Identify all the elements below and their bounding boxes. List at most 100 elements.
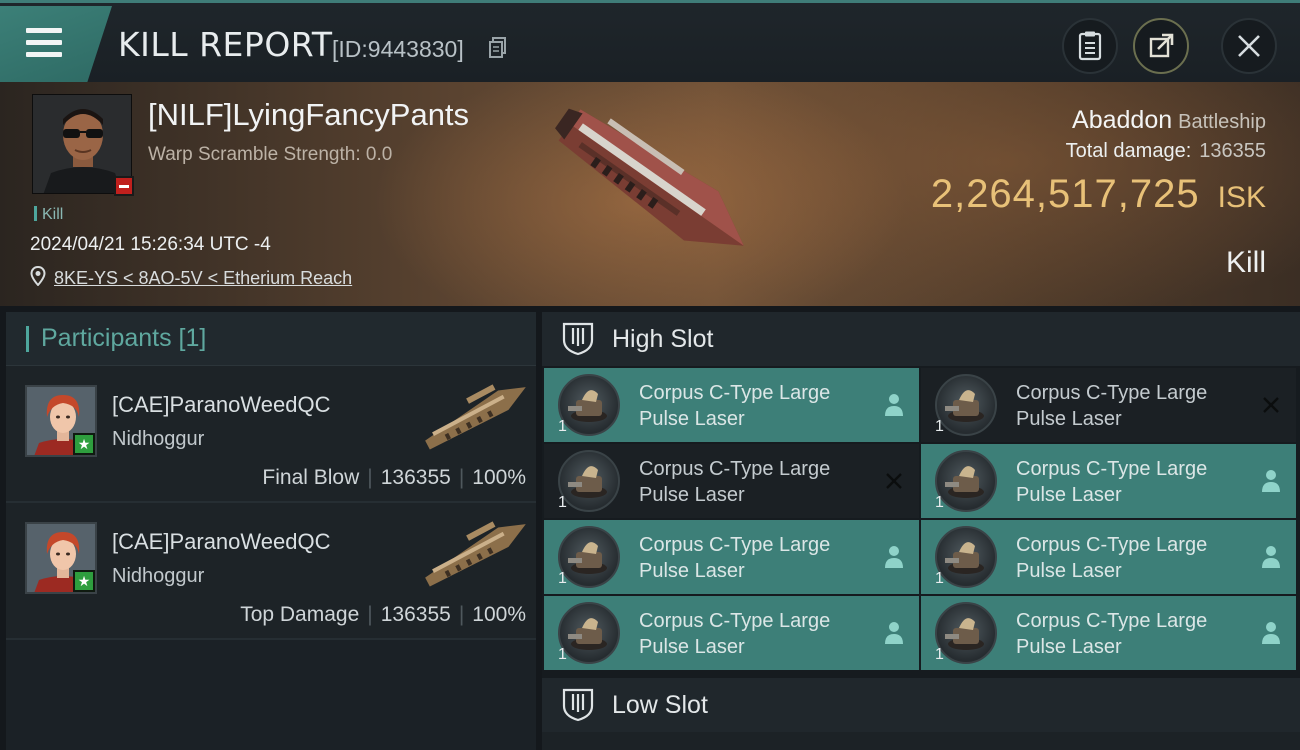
module-name-line2: Pulse Laser	[1016, 484, 1122, 506]
module-name: Corpus C-Type Large Pulse Laser	[1016, 608, 1246, 660]
participant-row[interactable]: ★ [CAE]ParanoWeedQC Nidhoggur Final Blow…	[6, 366, 536, 503]
module-image	[558, 450, 620, 512]
high-slot-module[interactable]: 1 Corpus C-Type Large Pulse Laser	[544, 444, 919, 518]
high-slot-header: High Slot	[542, 312, 1300, 366]
module-image	[558, 602, 620, 664]
module-image	[558, 526, 620, 588]
participant-damage: 136355	[380, 466, 451, 489]
isk-amount: 2,264,517,725	[930, 172, 1200, 216]
participant-name[interactable]: [CAE]ParanoWeedQC	[112, 529, 330, 555]
isk-currency: ISK	[1217, 181, 1266, 214]
isk-value: 2,264,517,725 ISK	[931, 172, 1266, 217]
module-image	[935, 602, 997, 664]
victim-ship-class: Battleship	[1178, 111, 1266, 133]
module-name-line1: Corpus C-Type Large	[639, 458, 831, 480]
high-slot-module[interactable]: 1 Corpus C-Type Large Pulse Laser	[921, 520, 1296, 594]
victim-ship-name[interactable]: Abaddon	[1072, 106, 1172, 134]
participant-row[interactable]: ★ [CAE]ParanoWeedQC Nidhoggur Top Damage…	[6, 503, 536, 640]
high-slot-module[interactable]: 1 Corpus C-Type Large Pulse Laser	[544, 596, 919, 670]
kill-timestamp: 2024/04/21 15:26:34 UTC -4	[30, 234, 271, 255]
module-name-line1: Corpus C-Type Large	[1016, 610, 1208, 632]
participant-stats: Final Blow | 136355 | 100%	[262, 466, 526, 489]
participants-title: Participants [1]	[41, 324, 207, 352]
person-icon	[1262, 546, 1280, 568]
module-name: Corpus C-Type Large Pulse Laser	[639, 608, 869, 660]
module-name-line1: Corpus C-Type Large	[639, 610, 831, 632]
module-name-line1: Corpus C-Type Large	[1016, 534, 1208, 556]
participant-ship: Nidhoggur	[112, 565, 205, 587]
module-image	[935, 374, 997, 436]
slot-shield-icon	[562, 688, 594, 722]
participant-role: Final Blow	[262, 466, 360, 489]
module-name: Corpus C-Type Large Pulse Laser	[639, 380, 869, 432]
high-slot-module[interactable]: 1 Corpus C-Type Large Pulse Laser	[921, 444, 1296, 518]
top-bar: KILL REPORT [ID:9443830]	[0, 0, 1300, 82]
module-quantity: 1	[558, 418, 567, 435]
high-slot-module[interactable]: 1 Corpus C-Type Large Pulse Laser	[544, 520, 919, 594]
module-quantity: 1	[935, 494, 944, 511]
participants-panel: Participants [1] ★ [CAE]ParanoWeedQC Nid…	[6, 312, 536, 750]
kill-result: Kill	[1225, 246, 1266, 279]
warp-scramble-strength: Warp Scramble Strength: 0.0	[148, 144, 393, 165]
copy-icon[interactable]	[489, 37, 507, 59]
module-name-line1: Corpus C-Type Large	[1016, 382, 1208, 404]
slot-shield-icon	[562, 322, 594, 356]
victim-panel: [NILF]LyingFancyPants Warp Scramble Stre…	[0, 82, 1300, 306]
kill-location-link[interactable]: 8KE-YS < 8AO-5V < Etherium Reach	[54, 268, 352, 289]
person-icon	[1262, 622, 1280, 644]
clipboard-icon	[1078, 31, 1102, 61]
module-image	[935, 526, 997, 588]
module-name-line2: Pulse Laser	[639, 560, 745, 582]
location-pin-icon	[30, 266, 46, 286]
module-quantity: 1	[558, 646, 567, 663]
module-image	[935, 450, 997, 512]
person-icon	[885, 622, 903, 644]
total-damage-value: 136355	[1199, 140, 1266, 162]
clipboard-button[interactable]	[1062, 18, 1118, 74]
module-name-line1: Corpus C-Type Large	[639, 382, 831, 404]
share-button[interactable]	[1133, 18, 1189, 74]
module-name: Corpus C-Type Large Pulse Laser	[639, 456, 869, 508]
module-name-line1: Corpus C-Type Large	[639, 534, 831, 556]
menu-button[interactable]	[0, 6, 112, 82]
high-slot-module[interactable]: 1 Corpus C-Type Large Pulse Laser	[544, 368, 919, 442]
friendly-star-badge: ★	[73, 433, 95, 455]
friendly-star-badge: ★	[73, 570, 95, 592]
module-quantity: 1	[558, 494, 567, 511]
report-id: [ID:9443830]	[332, 36, 464, 62]
module-name-line2: Pulse Laser	[639, 484, 745, 506]
module-name-line2: Pulse Laser	[639, 636, 745, 658]
participant-ship: Nidhoggur	[112, 428, 205, 450]
victim-name[interactable]: [NILF]LyingFancyPants	[148, 97, 469, 133]
fittings-panel: High Slot 1 Corpus C-Type Large Pulse Lase…	[542, 312, 1300, 750]
hamburger-menu-icon[interactable]	[26, 28, 62, 58]
kill-tag: Kill	[34, 206, 63, 224]
page-title: KILL REPORT	[118, 25, 333, 64]
person-icon	[885, 546, 903, 568]
close-icon	[1238, 35, 1260, 57]
victim-ship: Abaddon Battleship	[1072, 106, 1266, 135]
high-slot-module[interactable]: 1 Corpus C-Type Large Pulse Laser	[921, 596, 1296, 670]
module-name-line2: Pulse Laser	[1016, 408, 1122, 430]
module-quantity: 1	[935, 570, 944, 587]
participant-role: Top Damage	[240, 603, 360, 626]
participant-percent: 100%	[472, 466, 526, 489]
total-damage-label: Total damage:	[1065, 140, 1192, 162]
module-name: Corpus C-Type Large Pulse Laser	[1016, 380, 1246, 432]
x-mark-icon	[886, 473, 902, 489]
low-slot-label: Low Slot	[612, 690, 708, 719]
module-name-line2: Pulse Laser	[1016, 636, 1122, 658]
module-image	[558, 374, 620, 436]
participants-header: Participants [1]	[6, 312, 536, 366]
participant-damage: 136355	[380, 603, 451, 626]
module-name-line1: Corpus C-Type Large	[1016, 458, 1208, 480]
participant-ship-image	[425, 521, 526, 587]
high-slot-label: High Slot	[612, 324, 714, 353]
close-button[interactable]	[1221, 18, 1277, 74]
person-icon	[1262, 470, 1280, 492]
module-quantity: 1	[935, 646, 944, 663]
participant-name[interactable]: [CAE]ParanoWeedQC	[112, 392, 330, 418]
total-damage: Total damage: 136355	[1066, 140, 1266, 163]
high-slot-module[interactable]: 1 Corpus C-Type Large Pulse Laser	[921, 368, 1296, 442]
x-mark-icon	[1263, 397, 1279, 413]
